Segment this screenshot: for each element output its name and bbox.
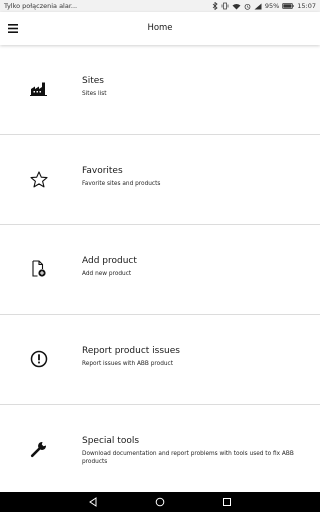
exclamation-circle-icon bbox=[29, 349, 49, 369]
menu-item-title: Special tools bbox=[82, 436, 140, 446]
navigation-bar bbox=[0, 492, 320, 512]
status-bar: Tylko połączenia alar... 95% 15:07 bbox=[0, 0, 320, 12]
menu-item-favorites[interactable]: Favorites Favorite sites and products bbox=[0, 135, 320, 225]
vibrate-icon bbox=[221, 2, 229, 10]
menu-item-subtitle: Add new product bbox=[82, 271, 132, 277]
menu-item-title: Favorites bbox=[82, 166, 123, 176]
bluetooth-icon bbox=[212, 2, 218, 10]
battery-percent: 95% bbox=[264, 2, 280, 10]
status-icons: 95% 15:07 bbox=[212, 2, 316, 10]
battery-icon bbox=[282, 3, 294, 9]
status-time: 15:07 bbox=[297, 2, 316, 10]
wrench-icon bbox=[29, 439, 49, 459]
menu-item-title: Add product bbox=[82, 256, 137, 266]
factory-icon bbox=[29, 79, 49, 99]
wifi-icon bbox=[232, 3, 241, 10]
menu-item-special-tools[interactable]: Special tools Download documentation and… bbox=[0, 405, 320, 495]
home-circle-icon[interactable] bbox=[155, 497, 165, 507]
menu-item-subtitle: Favorite sites and products bbox=[82, 181, 161, 187]
recents-square-icon[interactable] bbox=[222, 497, 232, 507]
status-notification-text: Tylko połączenia alar... bbox=[4, 2, 78, 10]
page-title: Home bbox=[147, 23, 173, 33]
menu-item-subtitle: Sites list bbox=[82, 91, 107, 97]
menu-item-subtitle: Download documentation and report proble… bbox=[82, 451, 294, 465]
menu-list: Sites Sites list Favorites Favorite site… bbox=[0, 45, 320, 495]
menu-item-add-product[interactable]: Add product Add new product bbox=[0, 225, 320, 315]
menu-item-subtitle: Report issues with ABB product bbox=[82, 361, 174, 367]
alarm-icon bbox=[244, 3, 251, 10]
menu-item-report-issues[interactable]: Report product issues Report issues with… bbox=[0, 315, 320, 405]
back-triangle-icon[interactable] bbox=[88, 497, 98, 507]
menu-item-sites[interactable]: Sites Sites list bbox=[0, 45, 320, 135]
app-bar: Home bbox=[0, 12, 320, 45]
star-icon bbox=[29, 169, 49, 189]
signal-icon bbox=[254, 3, 262, 10]
add-document-icon bbox=[29, 259, 49, 279]
menu-item-title: Report product issues bbox=[82, 346, 180, 356]
menu-item-title: Sites bbox=[82, 76, 104, 86]
